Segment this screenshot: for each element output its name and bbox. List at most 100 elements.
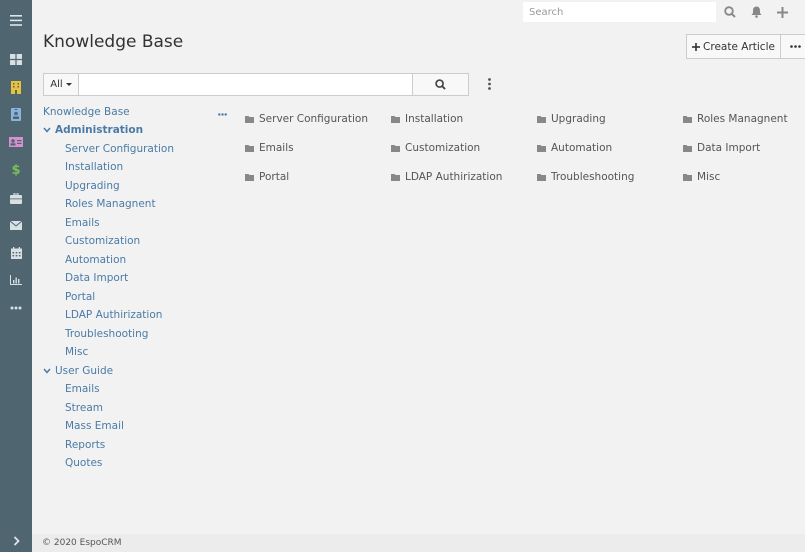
plus-icon [692, 42, 701, 51]
nav-item-emails[interactable] [0, 213, 32, 237]
ellipsis-icon [789, 45, 801, 48]
tree-item[interactable]: Quotes [65, 457, 102, 469]
header-more-button[interactable] [780, 34, 805, 59]
filter-dropdown-button[interactable]: All [43, 73, 79, 96]
category-item[interactable]: Upgrading [537, 113, 606, 125]
category-item[interactable]: Data Import [683, 142, 760, 154]
nav-item-leads[interactable] [0, 130, 32, 154]
category-item[interactable]: Misc [683, 171, 720, 183]
menu-toggle-button[interactable] [0, 8, 32, 32]
nav-item-more[interactable] [0, 296, 32, 320]
tree-item[interactable]: Data Import [65, 272, 128, 284]
notifications-button[interactable] [747, 3, 765, 21]
vertical-ellipsis-icon [487, 78, 491, 90]
category-item[interactable]: Server Configuration [245, 113, 368, 125]
search-button[interactable] [412, 73, 469, 96]
ellipsis-icon [10, 306, 22, 310]
ellipsis-icon [217, 112, 227, 116]
category-label: Troubleshooting [551, 171, 635, 183]
category-item[interactable]: Troubleshooting [537, 171, 634, 183]
tree-item[interactable]: Portal [65, 291, 95, 303]
nav-item-opportunities[interactable]: $ [0, 158, 32, 182]
nav-item-reports[interactable] [0, 268, 32, 292]
global-search-button[interactable] [721, 3, 739, 21]
plus-icon [776, 6, 788, 18]
tree-item[interactable]: Misc [65, 346, 88, 358]
tree-item[interactable]: Emails [65, 217, 100, 229]
folder-icon [537, 173, 546, 181]
tree-item[interactable]: Customization [65, 235, 140, 247]
envelope-icon [10, 220, 22, 230]
folder-icon [537, 115, 546, 123]
filter-label: All [50, 79, 63, 90]
tree-item[interactable]: Installation [65, 161, 123, 173]
search-icon [435, 79, 446, 90]
tree-item[interactable]: Reports [65, 439, 105, 451]
nav-item-contacts[interactable] [0, 102, 32, 126]
category-item[interactable]: Automation [537, 142, 612, 154]
category-item[interactable]: Emails [245, 142, 294, 154]
folder-icon [245, 173, 254, 181]
create-article-button[interactable]: Create Article [686, 34, 781, 59]
text-filter-input[interactable] [79, 73, 413, 96]
tree-item[interactable]: Automation [65, 254, 126, 266]
category-item[interactable]: Portal [245, 171, 289, 183]
tree-item-label: Installation [65, 161, 124, 173]
tree-root[interactable]: Knowledge Base [43, 106, 130, 118]
tree-item-label: Stream [65, 402, 103, 414]
tree-item[interactable]: Mass Email [65, 420, 124, 432]
nav-item-accounts[interactable] [0, 75, 32, 99]
nav-item-calendar[interactable] [0, 241, 32, 265]
category-label: Misc [697, 171, 721, 183]
category-label: Upgrading [551, 113, 606, 125]
category-label: Installation [405, 113, 464, 125]
tree-more-button[interactable] [216, 110, 228, 118]
global-search-input[interactable] [523, 2, 716, 22]
category-label: Server Configuration [259, 113, 368, 125]
tree-item-label: Customization [65, 235, 141, 247]
tree-item-label: LDAP Authirization [65, 309, 163, 321]
quick-create-button[interactable] [773, 3, 791, 21]
id-badge-icon [11, 107, 21, 121]
tree-item-label: Roles Managnent [65, 198, 156, 210]
search-options-button[interactable] [482, 74, 496, 94]
bar-chart-icon [10, 275, 22, 285]
category-item[interactable]: Customization [391, 142, 480, 154]
category-item[interactable]: Roles Managnent [683, 113, 788, 125]
tree-root-label: Knowledge Base [43, 106, 130, 118]
page-title: Knowledge Base [43, 32, 184, 52]
expand-navbar-button[interactable] [0, 530, 32, 552]
category-item[interactable]: Installation [391, 113, 463, 125]
nav-item-dashboard[interactable] [0, 47, 32, 71]
left-navbar: $ [0, 0, 32, 552]
footer: © 2020 EspoCRM [32, 534, 805, 552]
category-item[interactable]: LDAP Authirization [391, 171, 502, 183]
category-label: Customization [405, 142, 481, 154]
tree-item[interactable]: Upgrading [65, 180, 120, 192]
tree-item-label: Data Import [65, 272, 129, 284]
folder-icon [537, 144, 546, 152]
tree-item[interactable]: Server Configuration [65, 143, 174, 155]
tree-item[interactable]: Roles Managnent [65, 198, 156, 210]
tree-item[interactable]: Troubleshooting [65, 328, 148, 340]
tree-group-label: Administration [55, 124, 144, 136]
chevron-right-icon [13, 536, 20, 546]
tree-group-administration[interactable]: Administration [43, 124, 143, 136]
folder-icon [683, 173, 692, 181]
chevron-down-icon [43, 127, 51, 133]
tree-item-label: Emails [65, 383, 100, 395]
category-label: Automation [551, 142, 613, 154]
category-label: Emails [259, 142, 294, 154]
tree-item-label: Quotes [65, 457, 103, 469]
tree-item[interactable]: Emails [65, 383, 100, 395]
category-label: LDAP Authirization [405, 171, 503, 183]
folder-icon [245, 144, 254, 152]
create-article-label: Create Article [703, 40, 775, 53]
nav-item-cases[interactable] [0, 186, 32, 210]
tree-item[interactable]: LDAP Authirization [65, 309, 162, 321]
tree-item[interactable]: Stream [65, 402, 103, 414]
chevron-down-icon [43, 368, 51, 374]
tree-group-user-guide[interactable]: User Guide [43, 365, 113, 377]
copyright-text: © 2020 EspoCRM [42, 538, 122, 548]
bell-icon [751, 6, 761, 18]
